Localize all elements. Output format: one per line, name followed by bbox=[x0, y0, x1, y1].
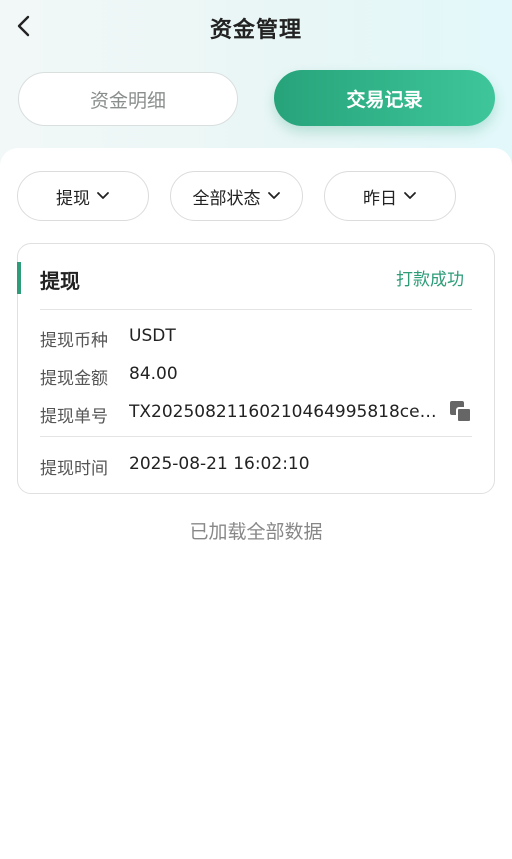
currency-value: USDT bbox=[129, 326, 176, 346]
currency-label: 提现币种 bbox=[40, 331, 108, 351]
transaction-card: 提现 打款成功 提现币种 USDT 提现金额 84.00 提现单号 TX2025… bbox=[17, 243, 495, 494]
filter-type-dropdown[interactable]: 提现 bbox=[17, 171, 149, 221]
order-number-value: TX2025082116021046499581​8ce5a0 bbox=[129, 402, 437, 422]
withdraw-time-label: 提现时间 bbox=[40, 459, 108, 479]
status-badge: 打款成功 bbox=[396, 270, 464, 290]
tab-transaction-records[interactable]: 交易记录 bbox=[274, 70, 495, 126]
header: 资金管理 bbox=[0, 0, 512, 56]
card-accent-bar bbox=[17, 262, 21, 294]
copy-icon bbox=[450, 401, 472, 423]
amount-label: 提现金额 bbox=[40, 369, 108, 389]
filter-date-dropdown[interactable]: 昨日 bbox=[324, 171, 456, 221]
withdraw-time-value: 2025-08-21 16:02:10 bbox=[129, 454, 310, 474]
copy-button[interactable] bbox=[449, 400, 473, 424]
chevron-down-icon bbox=[97, 192, 109, 199]
chevron-down-icon bbox=[267, 192, 280, 199]
filter-date-label: 昨日 bbox=[363, 188, 397, 209]
page-title: 资金管理 bbox=[209, 18, 302, 43]
filter-status-dropdown[interactable]: 全部状态 bbox=[170, 171, 303, 221]
filter-type-label: 提现 bbox=[56, 188, 90, 209]
filter-status-label: 全部状态 bbox=[192, 188, 261, 209]
divider bbox=[40, 436, 472, 437]
order-number-label: 提现单号 bbox=[40, 407, 108, 427]
divider bbox=[40, 309, 472, 310]
end-of-list-text: 已加载全部数据 bbox=[189, 521, 323, 543]
chevron-down-icon bbox=[404, 192, 416, 199]
amount-value: 84.00 bbox=[129, 364, 178, 384]
record-type: 提现 bbox=[40, 269, 80, 293]
tab-funds-detail[interactable]: 资金明细 bbox=[18, 72, 238, 126]
